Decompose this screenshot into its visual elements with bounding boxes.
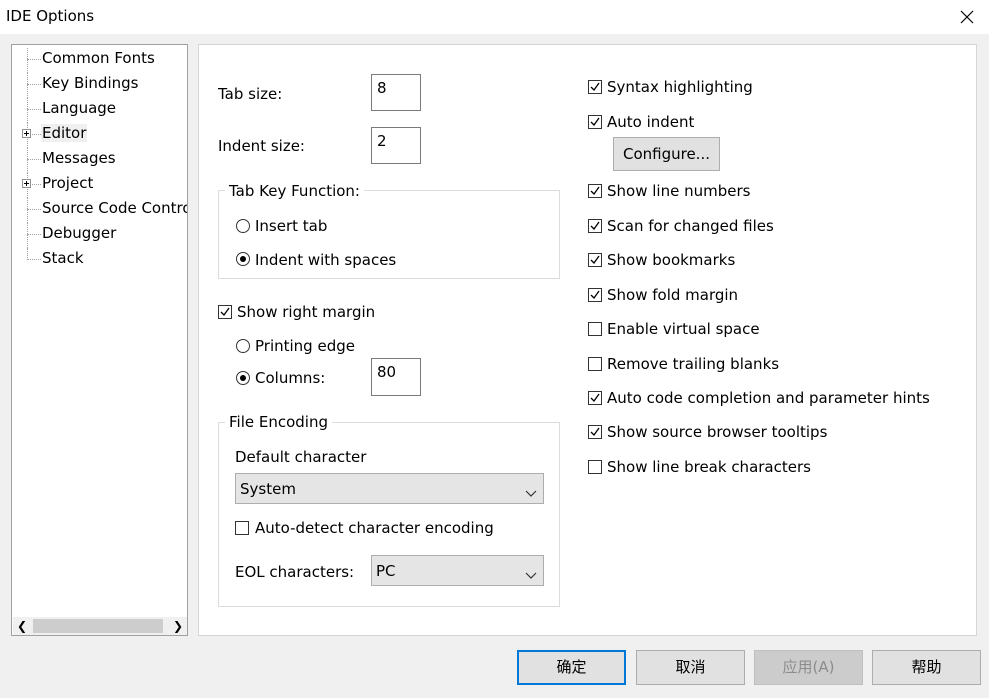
tree-item-label: Editor xyxy=(41,124,88,142)
eol-characters-select[interactable]: PC xyxy=(371,555,544,586)
tree-item-label: Language xyxy=(42,99,117,117)
show-line-break-characters-checkbox[interactable] xyxy=(588,460,602,474)
auto-detect-encoding-checkbox[interactable] xyxy=(235,521,249,535)
show-bookmarks-label[interactable]: Show bookmarks xyxy=(607,251,735,269)
show-right-margin-checkbox[interactable] xyxy=(218,305,232,319)
indent-size-input[interactable]: 2 xyxy=(371,127,421,164)
auto-indent-label[interactable]: Auto indent xyxy=(607,113,694,131)
tab-size-input[interactable]: 8 xyxy=(371,74,421,111)
syntax-highlighting-checkbox[interactable] xyxy=(588,80,602,94)
expand-plus-icon[interactable] xyxy=(22,129,31,138)
auto-detect-encoding-label[interactable]: Auto-detect character encoding xyxy=(255,519,494,537)
eol-characters-label: EOL characters: xyxy=(235,563,355,581)
enable-virtual-space-label[interactable]: Enable virtual space xyxy=(607,320,760,338)
show-fold-margin-label[interactable]: Show fold margin xyxy=(607,286,738,304)
tab-key-function-title: Tab Key Function: xyxy=(225,182,364,200)
ok-button[interactable]: 确定 xyxy=(517,650,626,685)
show-source-browser-tooltips-label[interactable]: Show source browser tooltips xyxy=(607,423,827,441)
title-bar: IDE Options xyxy=(0,0,989,34)
scroll-left-icon[interactable]: ❮ xyxy=(13,617,31,635)
tree-item-debugger[interactable]: Debugger xyxy=(12,223,187,248)
tree-item-label: Source Code Contro xyxy=(42,199,188,217)
printing-edge-radio[interactable] xyxy=(236,339,250,353)
eol-characters-value: PC xyxy=(376,562,396,580)
show-source-browser-tooltips-checkbox[interactable] xyxy=(588,425,602,439)
printing-edge-label[interactable]: Printing edge xyxy=(255,337,355,355)
show-bookmarks-checkbox[interactable] xyxy=(588,253,602,267)
scan-changed-files-label[interactable]: Scan for changed files xyxy=(607,217,774,235)
tree-horizontal-scrollbar[interactable]: ❮ ❯ xyxy=(13,617,187,635)
columns-radio[interactable] xyxy=(236,371,250,385)
configure-button[interactable]: Configure... xyxy=(613,137,720,171)
default-character-value: System xyxy=(240,480,296,498)
indent-size-label: Indent size: xyxy=(218,137,305,155)
default-character-label: Default character xyxy=(235,448,367,466)
show-fold-margin-checkbox[interactable] xyxy=(588,288,602,302)
show-line-numbers-checkbox[interactable] xyxy=(588,184,602,198)
default-character-select[interactable]: System xyxy=(235,473,544,504)
show-right-margin-label[interactable]: Show right margin xyxy=(237,303,375,321)
tree-item-messages[interactable]: Messages xyxy=(12,148,187,173)
tree-item-common-fonts[interactable]: Common Fonts xyxy=(12,48,187,73)
auto-indent-checkbox[interactable] xyxy=(588,115,602,129)
columns-label[interactable]: Columns: xyxy=(255,369,325,387)
show-line-numbers-label[interactable]: Show line numbers xyxy=(607,182,750,200)
tree-item-language[interactable]: Language xyxy=(12,98,187,123)
auto-code-completion-checkbox[interactable] xyxy=(588,391,602,405)
columns-input[interactable]: 80 xyxy=(371,358,421,396)
tab-size-label: Tab size: xyxy=(218,85,283,103)
tree-item-label: Project xyxy=(42,174,94,192)
cancel-button[interactable]: 取消 xyxy=(636,650,745,685)
syntax-highlighting-label[interactable]: Syntax highlighting xyxy=(607,78,753,96)
indent-with-spaces-label[interactable]: Indent with spaces xyxy=(255,251,396,269)
insert-tab-label[interactable]: Insert tab xyxy=(255,217,327,235)
indent-with-spaces-radio[interactable] xyxy=(236,252,250,266)
insert-tab-radio[interactable] xyxy=(236,219,250,233)
options-tree[interactable]: Common Fonts Key Bindings Language Edito… xyxy=(11,44,188,636)
tree-item-stack[interactable]: Stack xyxy=(12,248,187,270)
scroll-right-icon[interactable]: ❯ xyxy=(169,617,187,635)
tree-item-project[interactable]: Project xyxy=(12,173,187,198)
show-line-break-characters-label[interactable]: Show line break characters xyxy=(607,458,811,476)
help-button[interactable]: 帮助 xyxy=(872,650,981,685)
remove-trailing-blanks-label[interactable]: Remove trailing blanks xyxy=(607,355,779,373)
tree-item-label: Messages xyxy=(42,149,116,167)
chevron-down-icon xyxy=(525,484,537,502)
close-icon[interactable] xyxy=(955,5,979,29)
scrollbar-thumb[interactable] xyxy=(33,619,163,633)
tree-item-label: Common Fonts xyxy=(42,49,155,67)
tree-item-source-code-control[interactable]: Source Code Contro xyxy=(12,198,188,223)
remove-trailing-blanks-checkbox[interactable] xyxy=(588,357,602,371)
tree-item-label: Stack xyxy=(42,249,84,267)
expand-plus-icon[interactable] xyxy=(22,179,31,188)
tree-item-editor[interactable]: Editor xyxy=(12,123,187,148)
enable-virtual-space-checkbox[interactable] xyxy=(588,322,602,336)
file-encoding-title: File Encoding xyxy=(225,413,332,431)
tree-item-label: Key Bindings xyxy=(42,74,139,92)
apply-button[interactable]: 应用(A) xyxy=(754,650,863,685)
auto-code-completion-label[interactable]: Auto code completion and parameter hints xyxy=(607,389,930,407)
tree-item-label: Debugger xyxy=(42,224,117,242)
chevron-down-icon xyxy=(525,566,537,584)
window-title: IDE Options xyxy=(6,7,95,25)
tree-item-key-bindings[interactable]: Key Bindings xyxy=(12,73,187,98)
scan-changed-files-checkbox[interactable] xyxy=(588,219,602,233)
editor-options-panel: Tab size: 8 Indent size: 2 Tab Key Funct… xyxy=(198,44,977,636)
